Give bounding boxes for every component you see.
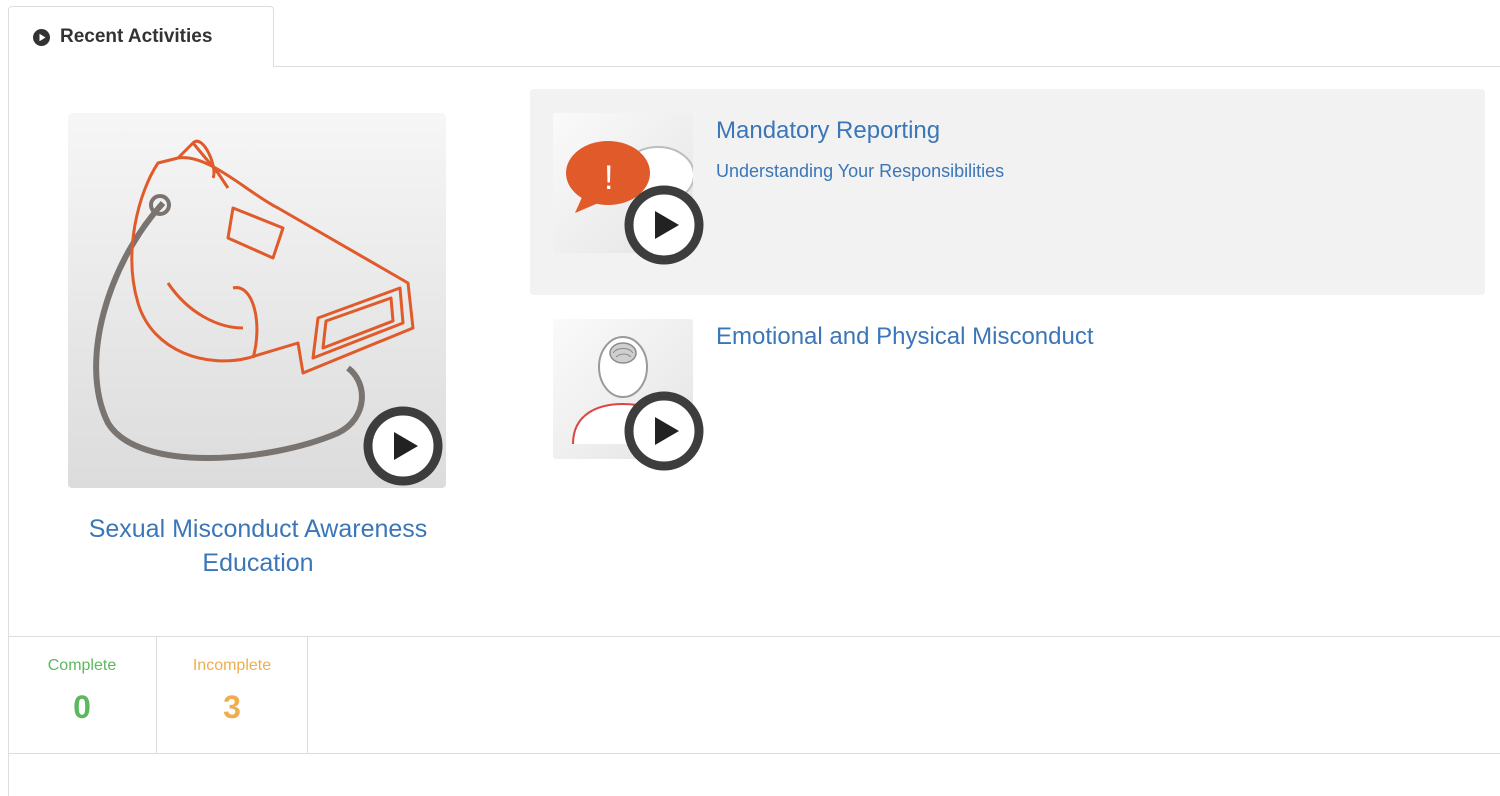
featured-play-button[interactable]	[363, 406, 443, 486]
play-circle-icon	[33, 28, 50, 46]
stat-divider	[307, 637, 308, 754]
activity-play-button[interactable]	[624, 185, 704, 265]
stat-incomplete: Incomplete 3	[157, 637, 307, 754]
tab-label: Recent Activities	[60, 26, 213, 47]
activity-title[interactable]: Emotional and Physical Misconduct	[716, 323, 1094, 351]
tab-recent-activities[interactable]: Recent Activities	[8, 6, 274, 67]
featured-activity-title[interactable]: Sexual Misconduct Awareness Education	[40, 512, 476, 580]
activity-subtitle: Understanding Your Responsibilities	[716, 161, 1005, 181]
svg-text:!: !	[604, 159, 613, 197]
stat-complete-value: 0	[73, 689, 91, 725]
activity-item-mandatory-reporting[interactable]: ! Mandatory Reporting Understanding Your…	[530, 89, 1485, 295]
stat-complete-label: Complete	[47, 657, 117, 674]
activity-play-button[interactable]	[624, 391, 704, 471]
activity-item-emotional-physical-misconduct[interactable]: Emotional and Physical Misconduct	[530, 295, 1485, 501]
activity-title[interactable]: Mandatory Reporting	[716, 117, 940, 145]
stat-incomplete-value: 3	[223, 689, 241, 725]
activity-stats: Complete 0 Incomplete 3	[8, 636, 1500, 754]
stat-complete: Complete 0	[8, 637, 156, 754]
stat-incomplete-label: Incomplete	[192, 657, 272, 674]
